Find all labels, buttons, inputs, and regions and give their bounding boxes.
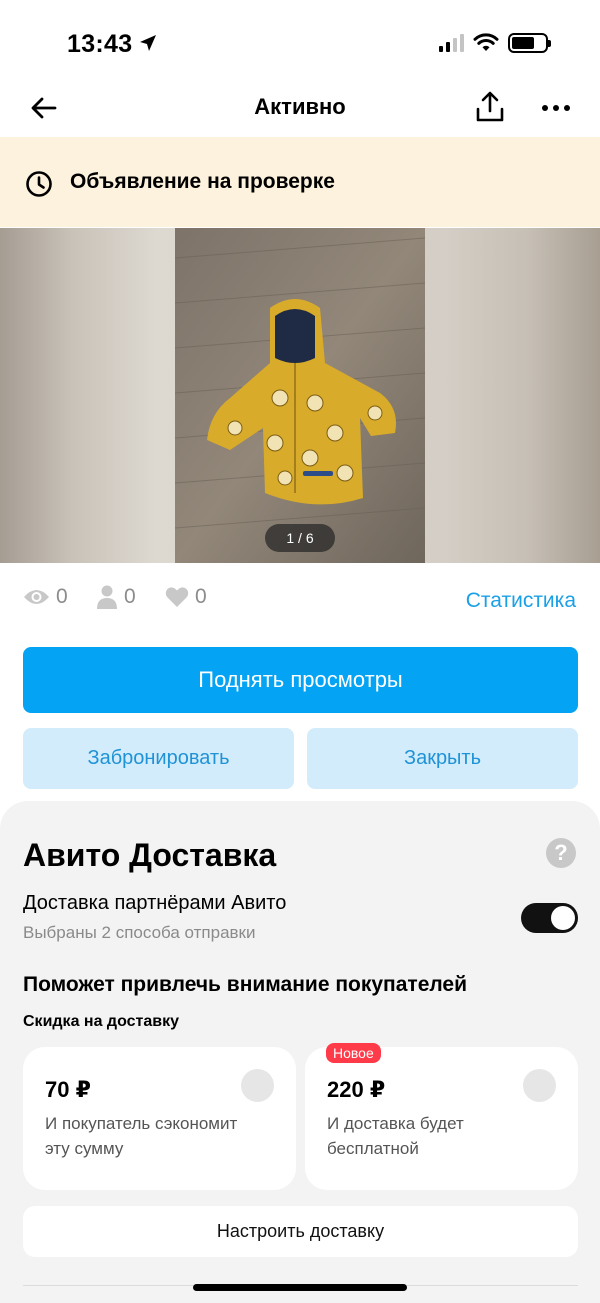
status-time: 13:43 bbox=[67, 30, 133, 58]
offer-radio[interactable] bbox=[241, 1069, 274, 1102]
heart-icon bbox=[165, 587, 189, 607]
boost-views-button[interactable]: Поднять просмотры bbox=[23, 647, 578, 713]
offer-description: И покупатель сэкономит эту сумму bbox=[45, 1114, 238, 1158]
views-stat: 0 bbox=[23, 585, 68, 609]
review-banner: Объявление на проверке bbox=[0, 137, 600, 227]
status-indicators bbox=[439, 33, 551, 53]
partner-delivery-label: Доставка партнёрами Авито bbox=[23, 892, 287, 914]
toggle-knob bbox=[551, 906, 575, 930]
partner-delivery-toggle[interactable] bbox=[521, 903, 578, 933]
share-icon[interactable] bbox=[474, 90, 506, 124]
product-photo[interactable] bbox=[175, 228, 425, 563]
status-bar: 13:43 bbox=[0, 0, 600, 80]
offer-price: 70 ₽ bbox=[45, 1077, 91, 1102]
reserve-button[interactable]: Забронировать bbox=[23, 728, 294, 789]
photo-counter: 1 / 6 bbox=[265, 524, 335, 552]
offer-description: И доставка будет бесплатной bbox=[327, 1114, 464, 1158]
favorites-count: 0 bbox=[195, 585, 207, 608]
offer-card-70[interactable]: 70 ₽ И покупатель сэкономит эту сумму bbox=[23, 1047, 296, 1190]
attract-title: Поможет привлечь внимание покупателей bbox=[23, 973, 468, 996]
photo-gallery[interactable]: 1 / 6 bbox=[0, 228, 600, 563]
offer-price: 220 ₽ bbox=[327, 1077, 386, 1102]
offer-card-220[interactable]: 220 ₽ И доставка будет бесплатной bbox=[305, 1047, 578, 1190]
cellular-signal-icon bbox=[439, 34, 464, 52]
clock-icon bbox=[26, 171, 52, 197]
favorites-stat: 0 bbox=[165, 585, 207, 609]
views-count: 0 bbox=[56, 585, 68, 608]
contacts-count: 0 bbox=[124, 585, 136, 608]
listing-stats: 0 0 0 Статистика bbox=[0, 585, 600, 619]
offer-radio[interactable] bbox=[523, 1069, 556, 1102]
location-arrow-icon bbox=[140, 35, 156, 51]
review-banner-text: Объявление на проверке bbox=[70, 170, 335, 193]
home-indicator bbox=[193, 1284, 407, 1291]
contacts-stat: 0 bbox=[96, 585, 136, 609]
delivery-section: Авито Доставка ? Доставка партнёрами Ави… bbox=[0, 801, 600, 1303]
statistics-link[interactable]: Статистика bbox=[466, 589, 576, 613]
page-title: Активно bbox=[254, 94, 346, 119]
wifi-icon bbox=[473, 33, 499, 51]
nav-bar: Активно bbox=[0, 80, 600, 136]
setup-delivery-button[interactable]: Настроить доставку bbox=[23, 1206, 578, 1257]
delivery-title: Авито Доставка bbox=[23, 837, 277, 873]
help-icon[interactable]: ? bbox=[546, 838, 576, 868]
partner-delivery-subtitle: Выбраны 2 способа отправки bbox=[23, 923, 256, 942]
close-listing-button[interactable]: Закрыть bbox=[307, 728, 578, 789]
battery-icon bbox=[508, 33, 551, 53]
new-badge: Новое bbox=[326, 1043, 381, 1063]
eye-icon bbox=[24, 590, 49, 604]
discount-label: Скидка на доставку bbox=[23, 1013, 180, 1030]
more-dots-icon[interactable] bbox=[540, 92, 572, 124]
person-icon bbox=[97, 585, 117, 609]
